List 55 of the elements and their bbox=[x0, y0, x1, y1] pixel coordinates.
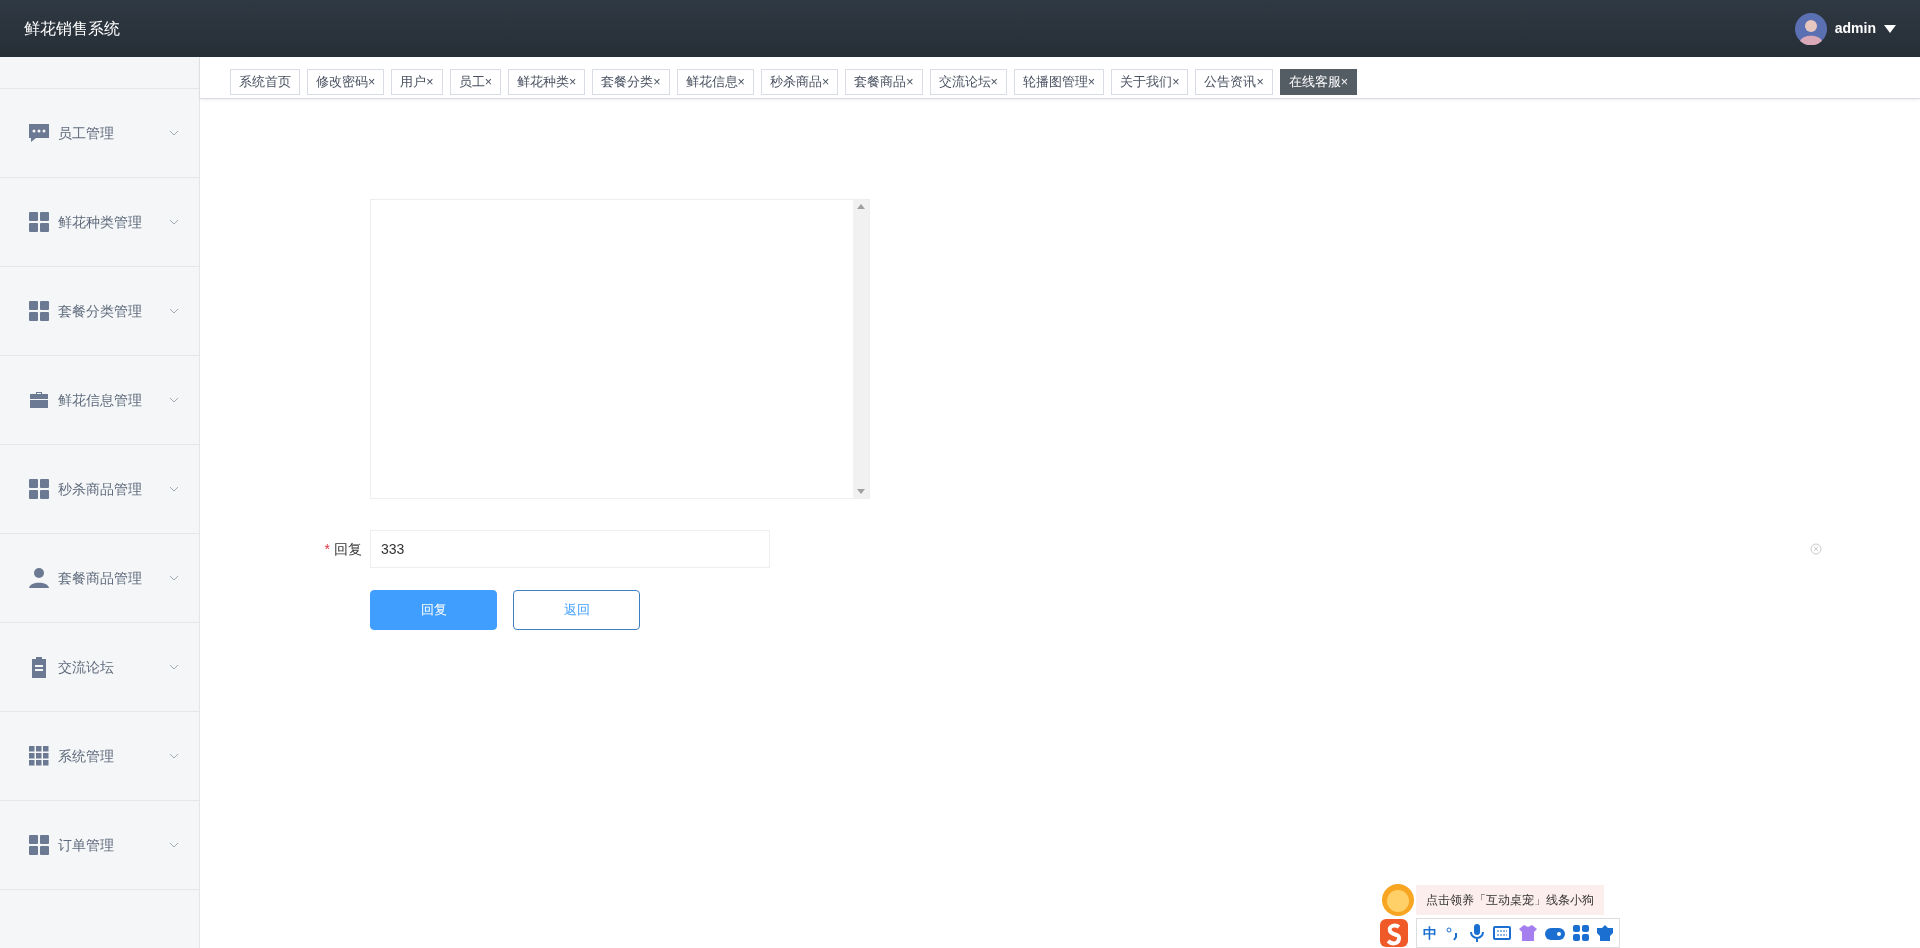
briefcase-icon bbox=[28, 389, 50, 411]
grid-icon bbox=[28, 478, 50, 500]
chevron-icon bbox=[169, 842, 179, 848]
sidebar-item[interactable]: 鲜花种类管理 bbox=[0, 178, 199, 267]
microphone-icon[interactable] bbox=[1469, 924, 1485, 942]
keyboard-icon[interactable] bbox=[1493, 926, 1511, 940]
sidebar-item[interactable]: 系统管理 bbox=[0, 712, 199, 801]
sidebar-item[interactable]: 鲜花信息管理 bbox=[0, 356, 199, 445]
tab[interactable]: 关于我们× bbox=[1111, 69, 1189, 95]
chevron-icon bbox=[169, 219, 179, 225]
reply-label: 回复 bbox=[334, 539, 362, 559]
sidebar-item[interactable]: 订单管理 bbox=[0, 801, 199, 890]
chevron-icon bbox=[169, 130, 179, 136]
user-name[interactable]: admin bbox=[1834, 18, 1876, 39]
grid-icon bbox=[28, 834, 50, 856]
reply-field[interactable]: 333 bbox=[370, 530, 770, 568]
tab[interactable]: 套餐商品× bbox=[845, 69, 923, 95]
chevron-icon bbox=[169, 575, 179, 581]
chevron-icon bbox=[169, 664, 179, 670]
tab[interactable]: 秒杀商品× bbox=[760, 69, 839, 95]
tab[interactable]: 修改密码× bbox=[307, 69, 385, 95]
tab[interactable]: 在线客服× bbox=[1279, 69, 1358, 95]
tab[interactable]: 用户× bbox=[391, 69, 443, 95]
shirt-icon[interactable] bbox=[1519, 925, 1537, 941]
tab[interactable]: 鲜花信息× bbox=[676, 69, 754, 95]
chevron-icon bbox=[169, 308, 179, 314]
grid-icon bbox=[28, 300, 50, 322]
user-icon bbox=[28, 567, 50, 589]
tab[interactable]: 套餐分类× bbox=[592, 69, 670, 95]
tab[interactable]: 公告资讯× bbox=[1195, 69, 1273, 95]
grid-icon bbox=[28, 745, 50, 767]
required-mark: * bbox=[324, 539, 330, 559]
chat-icon bbox=[28, 122, 50, 144]
tab[interactable]: 轮播图管理× bbox=[1013, 69, 1105, 95]
chevron-icon bbox=[169, 753, 179, 759]
chevron-icon bbox=[169, 486, 179, 492]
sun-icon bbox=[1380, 882, 1416, 918]
sidebar-item[interactable]: 套餐商品管理 bbox=[0, 534, 199, 623]
caret-icon[interactable] bbox=[1884, 24, 1896, 33]
tab[interactable]: 交流论坛× bbox=[929, 69, 1007, 95]
grid-icon bbox=[28, 211, 50, 233]
sidebar-item[interactable]: 交流论坛 bbox=[0, 623, 199, 712]
apps-icon[interactable] bbox=[1573, 925, 1589, 941]
chevron-icon bbox=[169, 397, 179, 403]
ime-mode[interactable]: 中 bbox=[1423, 922, 1437, 944]
ime-tip[interactable]: 点击领养「互动桌宠」线条小狗 bbox=[1416, 885, 1604, 915]
tab[interactable]: 系统首页 bbox=[230, 69, 300, 95]
tab[interactable]: 员工× bbox=[449, 69, 501, 95]
ime-logo-icon[interactable] bbox=[1380, 919, 1408, 947]
sidebar-item[interactable]: 套餐分类管理 bbox=[0, 267, 199, 356]
sidebar-item[interactable]: 秒杀商品管理 bbox=[0, 445, 199, 534]
user-avatar[interactable] bbox=[1794, 12, 1827, 45]
sidebar-item[interactable]: 员工管理 bbox=[0, 89, 199, 178]
app-title: 鲜花销售系统 bbox=[24, 18, 120, 39]
tab[interactable]: 鲜花种类× bbox=[507, 69, 586, 95]
